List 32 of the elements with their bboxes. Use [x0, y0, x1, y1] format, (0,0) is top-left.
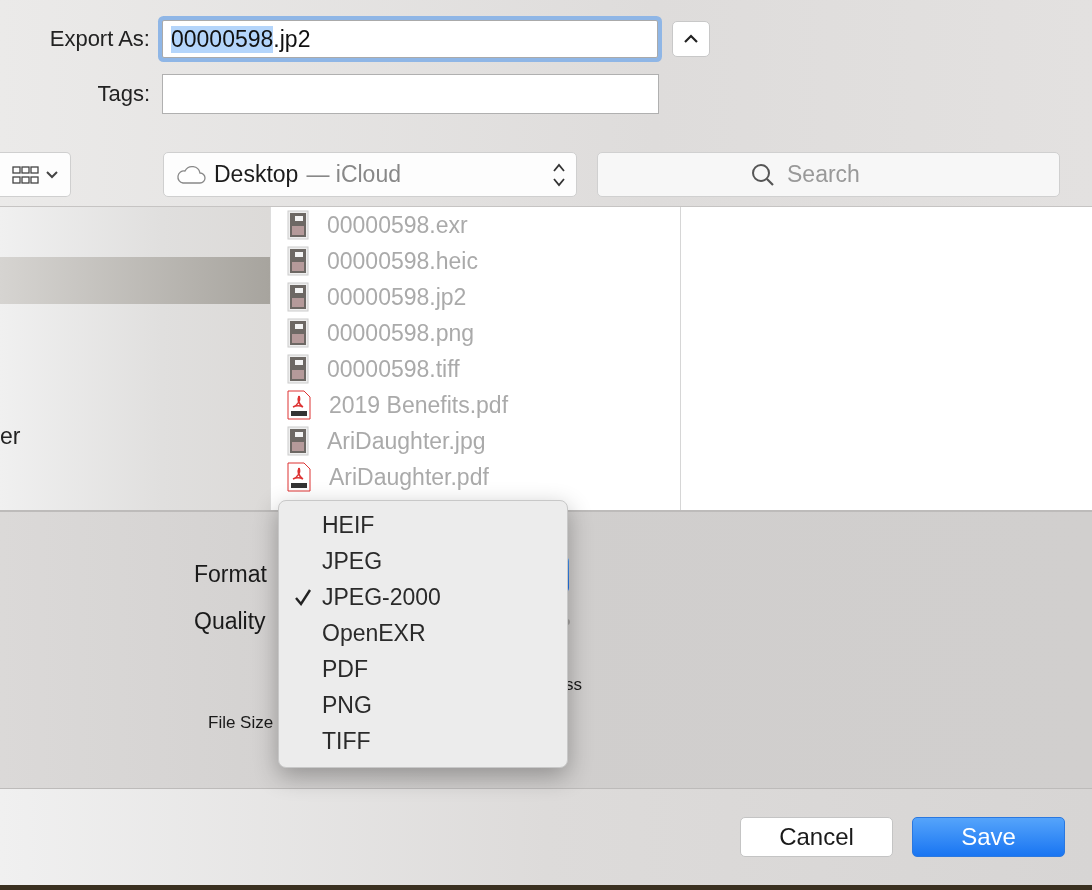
cloud-icon: [176, 164, 206, 185]
image-file-icon: [287, 318, 309, 348]
pdf-file-icon: [287, 462, 311, 492]
up-down-arrows-icon: [552, 161, 566, 188]
menu-item[interactable]: JPEG-2000: [279, 579, 567, 615]
pdf-file-icon: [287, 390, 311, 420]
image-file-icon: [287, 426, 309, 456]
chevron-up-icon: [683, 34, 699, 44]
image-file-icon: [287, 210, 309, 240]
quality-label: Quality: [194, 608, 266, 635]
image-file-icon: [287, 282, 309, 312]
tags-label: Tags:: [96, 81, 150, 107]
format-label: Format: [194, 561, 267, 588]
menu-item[interactable]: PDF: [279, 651, 567, 687]
menu-item[interactable]: JPEG: [279, 543, 567, 579]
sidebar-item[interactable]: er: [0, 416, 270, 456]
image-file-icon: [287, 354, 309, 384]
menu-item[interactable]: TIFF: [279, 723, 567, 759]
view-mode-button[interactable]: [0, 152, 71, 197]
grid-icon: [12, 164, 40, 185]
location-popup[interactable]: Desktop — iCloud: [163, 152, 577, 197]
file-size-label: File Size: [208, 713, 274, 732]
export-as-label: Export As:: [48, 26, 150, 52]
search-field[interactable]: Search: [597, 152, 1060, 197]
menu-item[interactable]: HEIF: [279, 507, 567, 543]
menu-item[interactable]: OpenEXR: [279, 615, 567, 651]
menu-item[interactable]: PNG: [279, 687, 567, 723]
image-file-icon: [287, 246, 309, 276]
caret-icon: [46, 170, 58, 179]
cancel-button[interactable]: Cancel: [740, 817, 893, 857]
tags-field[interactable]: [162, 74, 659, 114]
collapse-button[interactable]: [672, 21, 710, 57]
